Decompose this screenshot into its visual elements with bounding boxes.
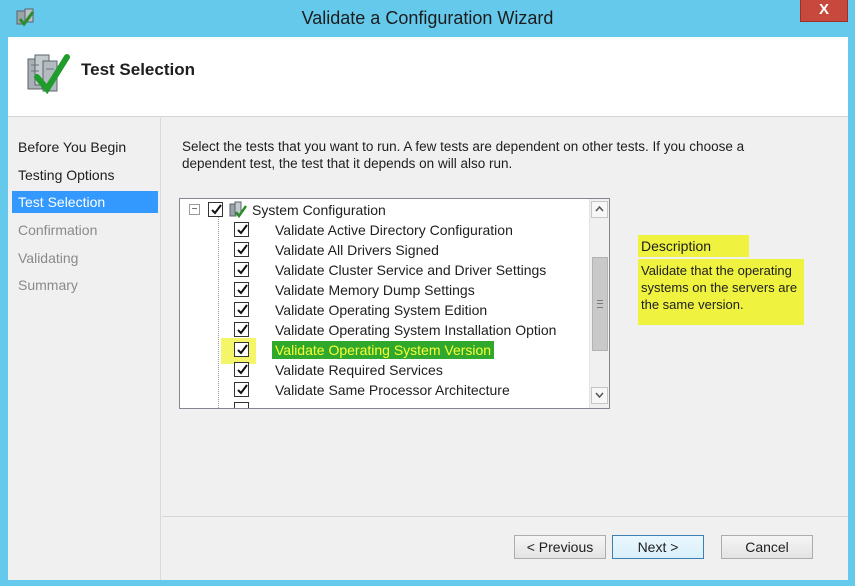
tree-item-label: Validate Same Processor Architecture bbox=[275, 382, 510, 398]
tree-item-row[interactable]: Validate Same Processor Architecture bbox=[180, 380, 590, 400]
tree-item-label: Validate Operating System Installation O… bbox=[275, 322, 557, 338]
checkbox[interactable] bbox=[234, 382, 249, 397]
checkmark-icon bbox=[211, 204, 222, 215]
nav-step-testing-options[interactable]: Testing Options bbox=[12, 164, 158, 186]
checkbox[interactable] bbox=[234, 222, 249, 237]
tree-item-row-selected[interactable]: Validate Operating System Version bbox=[180, 340, 590, 360]
previous-button[interactable]: < Previous bbox=[514, 535, 606, 559]
checkbox[interactable] bbox=[234, 362, 249, 377]
scrollbar-thumb[interactable] bbox=[592, 257, 608, 351]
tree-item-row[interactable]: Validate Cluster Service and Driver Sett… bbox=[180, 260, 590, 280]
checkmark-icon bbox=[237, 304, 248, 315]
tree-item-label: Validate All Drivers Signed bbox=[275, 242, 439, 258]
nav-step-summary: Summary bbox=[18, 277, 78, 293]
tree-item-label: Validate Required Services bbox=[275, 362, 443, 378]
test-tree[interactable]: − System Configuration Validate Active D… bbox=[179, 198, 610, 409]
checkbox[interactable] bbox=[208, 202, 223, 217]
description-heading: Description bbox=[638, 235, 749, 257]
nav-step-before-you-begin[interactable]: Before You Begin bbox=[12, 136, 158, 158]
tree-item-label-selected: Validate Operating System Version bbox=[272, 341, 495, 359]
chevron-up-icon[interactable] bbox=[591, 201, 608, 218]
tree-item-row[interactable]: Validate Operating System Edition bbox=[180, 300, 590, 320]
content-pane: Select the tests that you want to run. A… bbox=[162, 118, 848, 580]
tree-item-row[interactable]: Validate All Drivers Signed bbox=[180, 240, 590, 260]
grip-icon bbox=[597, 300, 603, 308]
tree-item-label: Validate Operating System Edition bbox=[275, 302, 488, 318]
title-bar: Validate a Configuration Wizard X bbox=[0, 0, 855, 38]
checkmark-icon bbox=[237, 284, 248, 295]
checkmark-icon bbox=[237, 244, 248, 255]
instructions-text: Select the tests that you want to run. A… bbox=[182, 139, 745, 171]
cancel-button[interactable]: Cancel bbox=[721, 535, 813, 559]
server-group-icon bbox=[229, 201, 248, 219]
description-text: Validate that the operating systems on t… bbox=[638, 259, 804, 325]
test-selection-checklist-icon bbox=[25, 51, 71, 97]
tree-item-label: Validate Active Directory Configuration bbox=[275, 222, 513, 238]
nav-step-validating: Validating bbox=[18, 250, 79, 266]
collapse-icon[interactable]: − bbox=[189, 204, 200, 215]
checkmark-icon bbox=[237, 364, 248, 375]
checkbox[interactable] bbox=[234, 242, 249, 257]
checkmark-icon bbox=[237, 344, 248, 355]
tree-item-row-partial[interactable] bbox=[180, 400, 590, 408]
tree-item-label: Validate Memory Dump Settings bbox=[275, 282, 475, 298]
window-title: Validate a Configuration Wizard bbox=[301, 8, 554, 28]
page-title: Test Selection bbox=[81, 60, 195, 79]
wizard-steps-nav: Before You Begin Testing Options Test Se… bbox=[8, 118, 161, 580]
next-button[interactable]: Next > bbox=[612, 535, 704, 559]
wizard-client-area: Test Selection Before You Begin Testing … bbox=[8, 37, 848, 580]
tree-item-label: Validate Cluster Service and Driver Sett… bbox=[275, 262, 547, 278]
checkmark-icon bbox=[237, 324, 248, 335]
tree-item-row[interactable]: Validate Memory Dump Settings bbox=[180, 280, 590, 300]
tree-root-label: System Configuration bbox=[252, 202, 386, 218]
footer-divider bbox=[162, 516, 848, 517]
header-band: Test Selection bbox=[8, 37, 848, 117]
checkbox[interactable] bbox=[234, 322, 249, 337]
tree-root-row[interactable]: − System Configuration bbox=[180, 200, 590, 220]
tree-item-row[interactable]: Validate Operating System Installation O… bbox=[180, 320, 590, 340]
tree-item-row[interactable]: Validate Active Directory Configuration bbox=[180, 220, 590, 240]
checkmark-icon bbox=[237, 264, 248, 275]
checkbox[interactable] bbox=[234, 302, 249, 317]
vertical-scrollbar[interactable] bbox=[589, 199, 609, 408]
chevron-down-icon[interactable] bbox=[591, 387, 608, 404]
wizard-window: Validate a Configuration Wizard X Test S… bbox=[0, 0, 855, 586]
checkmark-icon bbox=[237, 224, 248, 235]
nav-step-confirmation: Confirmation bbox=[18, 222, 98, 238]
checkmark-icon bbox=[237, 384, 248, 395]
checkbox[interactable] bbox=[234, 342, 249, 357]
checkbox[interactable] bbox=[234, 282, 249, 297]
close-button[interactable]: X bbox=[800, 0, 848, 22]
tree-item-row[interactable]: Validate Required Services bbox=[180, 360, 590, 380]
checkbox[interactable] bbox=[234, 262, 249, 277]
nav-step-test-selection[interactable]: Test Selection bbox=[12, 191, 158, 213]
checkbox[interactable] bbox=[234, 402, 249, 408]
